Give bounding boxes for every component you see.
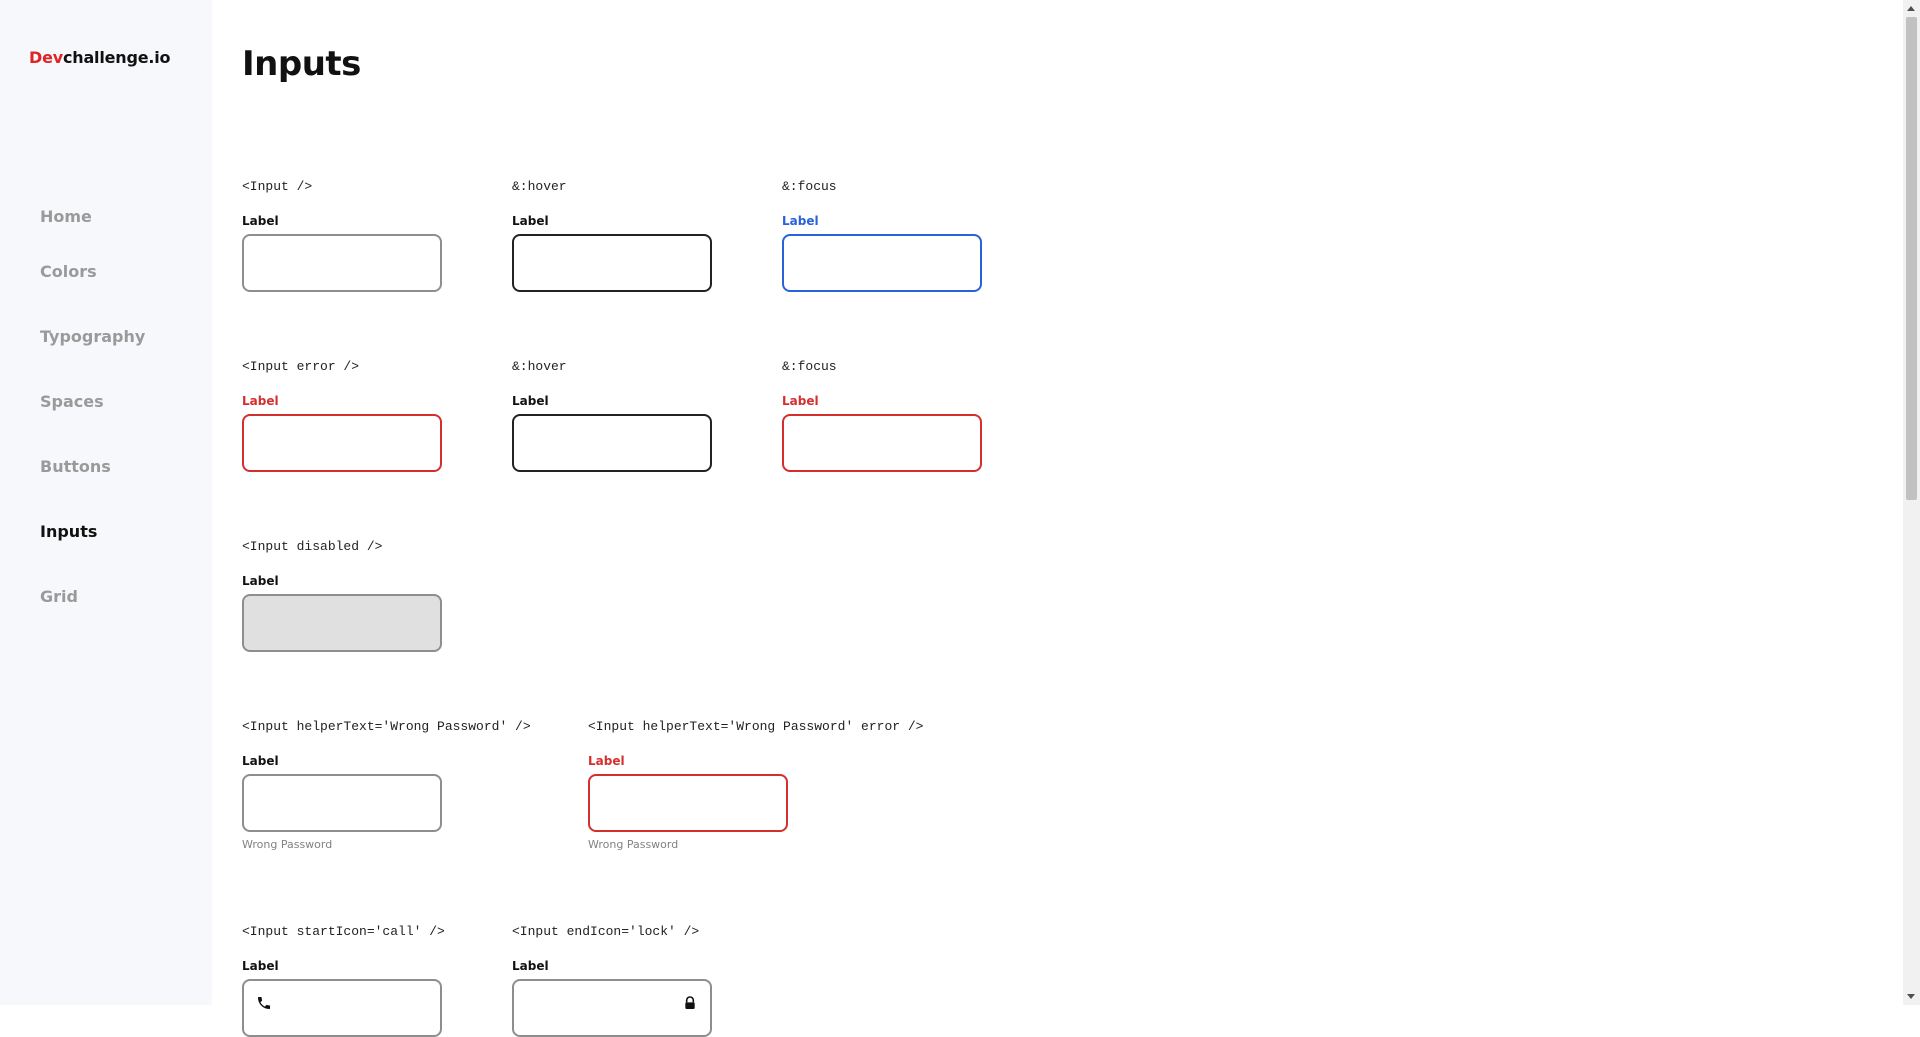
input-label: Label	[242, 754, 279, 768]
input-label: Label	[512, 214, 549, 228]
input-label: Label	[512, 959, 549, 973]
code-snippet: <Input endIcon='lock' />	[512, 924, 700, 939]
call-icon	[258, 997, 270, 1009]
demo-input-helper-error: <Input helperText='Wrong Password' error…	[588, 719, 923, 851]
brand-logo[interactable]: Devchallenge.io	[29, 48, 171, 67]
demo-input-disabled: <Input disabled /> Label	[242, 539, 442, 652]
code-snippet: <Input startIcon='call' />	[242, 924, 445, 939]
helper-text: Wrong Password	[242, 838, 333, 851]
input-default[interactable]	[242, 234, 442, 292]
input-focus[interactable]	[782, 234, 982, 292]
sidebar-item-colors[interactable]: Colors	[40, 262, 97, 281]
demo-input-error-focus: &:focus Label	[782, 359, 982, 472]
input-error[interactable]	[242, 414, 442, 472]
sidebar-item-grid[interactable]: Grid	[40, 587, 78, 606]
code-snippet: &:hover	[512, 179, 567, 194]
scroll-up-icon[interactable]	[1907, 6, 1915, 11]
input-label: Label	[782, 214, 819, 228]
brand-accent: Dev	[29, 48, 63, 67]
input-with-helper-error[interactable]	[588, 774, 788, 832]
demo-input-focus: &:focus Label	[782, 179, 982, 292]
demo-input-hover: &:hover Label	[512, 179, 712, 292]
sidebar-item-home[interactable]: Home	[40, 207, 92, 226]
demo-input-default: <Input /> Label	[242, 179, 442, 292]
sidebar-item-spaces[interactable]: Spaces	[40, 392, 104, 411]
code-snippet: <Input helperText='Wrong Password' />	[242, 719, 531, 734]
input-label: Label	[242, 214, 279, 228]
scroll-thumb[interactable]	[1906, 17, 1917, 500]
demo-input-start-icon: <Input startIcon='call' /> Label	[242, 924, 445, 1037]
sidebar: Devchallenge.io Home Colors Typography S…	[0, 0, 212, 1005]
code-snippet: &:focus	[782, 359, 837, 374]
code-snippet: <Input disabled />	[242, 539, 383, 554]
sidebar-item-inputs[interactable]: Inputs	[40, 522, 97, 541]
input-label: Label	[242, 959, 279, 973]
input-error-hover[interactable]	[512, 414, 712, 472]
brand-name: challenge.io	[62, 48, 171, 67]
sidebar-item-typography[interactable]: Typography	[40, 327, 145, 346]
demo-input-end-icon: <Input endIcon='lock' /> Label	[512, 924, 712, 1037]
input-start-icon[interactable]	[242, 979, 442, 1037]
demo-input-error-hover: &:hover Label	[512, 359, 712, 472]
code-snippet: &:hover	[512, 359, 567, 374]
code-snippet: <Input helperText='Wrong Password' error…	[588, 719, 924, 734]
input-with-helper[interactable]	[242, 774, 442, 832]
code-snippet: <Input error />	[242, 359, 360, 374]
lock-icon	[685, 996, 695, 1009]
page-title: Inputs	[242, 44, 361, 84]
demo-input-error: <Input error /> Label	[242, 359, 442, 472]
input-error-focus[interactable]	[782, 414, 982, 472]
input-label: Label	[588, 754, 625, 768]
demo-input-helper: <Input helperText='Wrong Password' /> La…	[242, 719, 531, 851]
input-hover[interactable]	[512, 234, 712, 292]
main-content: Inputs <Input /> Label &:hover Label &:f…	[212, 0, 1920, 1037]
input-label: Label	[512, 394, 549, 408]
scroll-down-icon[interactable]	[1907, 994, 1915, 999]
input-label: Label	[242, 574, 279, 588]
input-label: Label	[782, 394, 819, 408]
helper-text: Wrong Password	[588, 838, 679, 851]
input-label: Label	[242, 394, 279, 408]
vertical-scrollbar[interactable]	[1903, 0, 1920, 1005]
code-snippet: <Input />	[242, 179, 313, 194]
input-disabled	[242, 594, 442, 652]
input-end-icon[interactable]	[512, 979, 712, 1037]
code-snippet: &:focus	[782, 179, 837, 194]
sidebar-item-buttons[interactable]: Buttons	[40, 457, 111, 476]
